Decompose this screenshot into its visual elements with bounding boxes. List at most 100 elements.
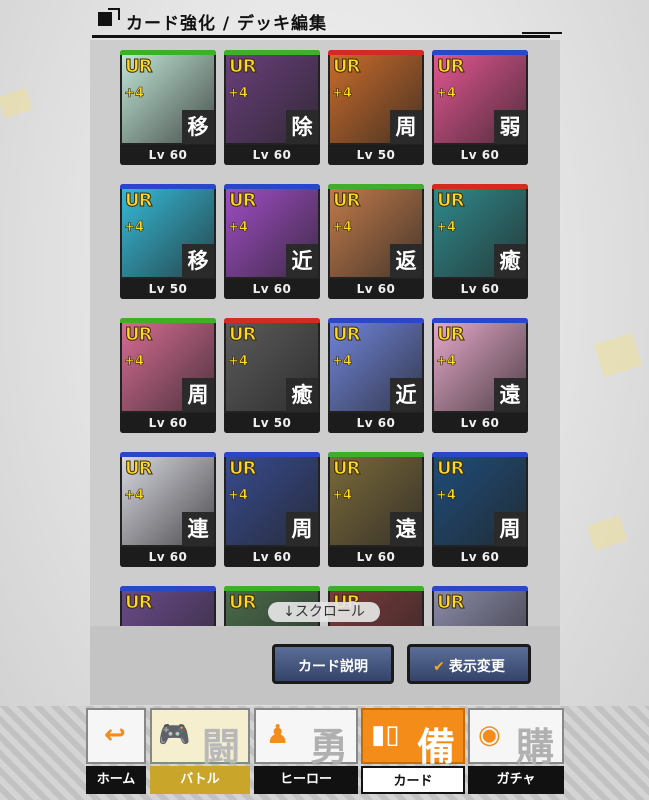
card-role: 連 [182,512,214,546]
card-grid[interactable]: UR +4 移 Lv 60 UR +4 除 Lv 60 UR +4 周 Lv 50 UR +4 弱 Lv 60… [90,40,560,626]
card-plus-value: +4 [228,220,249,236]
card-role: 返 [390,244,422,278]
card-item[interactable]: UR +4 周 Lv 50 [328,50,424,165]
nav-tab-label: カード [361,766,465,794]
card-plus-value: +4 [228,354,249,370]
background-decoration [593,332,643,378]
card-role: 周 [286,512,318,546]
card-item[interactable]: UR +4 近 Lv 60 [328,318,424,433]
card-explain-button[interactable]: カード説明 [272,644,394,684]
card-level: Lv 60 [224,279,320,299]
card-rarity: UR [436,592,465,614]
card-item[interactable]: UR +4 近 Lv 60 [224,184,320,299]
card-level: Lv 50 [328,145,424,165]
card-rarity: UR [332,190,361,212]
hero-figure-icon: ♟ [266,720,290,750]
card-level: Lv 60 [432,547,528,567]
card-role: 癒 [286,378,318,412]
card-rarity: UR [228,190,257,212]
card-role: 近 [390,378,422,412]
nav-tab-label: ガチャ [468,766,564,794]
back-arrow-icon: ↩ [104,720,126,750]
card-rarity: UR [228,324,257,346]
cards-icon: ▮▯ [371,720,400,750]
card-rarity: UR [124,324,153,346]
card-item[interactable]: UR +4 周 Lv 60 [120,318,216,433]
card-rarity: UR [228,56,257,78]
card-role: 除 [286,110,318,144]
card-rarity: UR [332,56,361,78]
capsule-icon: ◉ [478,720,501,750]
nav-tab-label: ホーム [86,766,146,794]
card-item[interactable]: UR +4 癒 Lv 50 [224,318,320,433]
card-item[interactable]: UR [432,586,528,626]
card-role: 移 [182,110,214,144]
nav-tab-kanji: 勇 [310,725,349,769]
card-plus-value: +4 [436,354,457,370]
card-item[interactable]: UR +4 遠 Lv 60 [328,452,424,567]
nav-tab-label: ヒーロー [254,766,358,794]
card-level: Lv 60 [328,547,424,567]
nav-tab-battle[interactable]: 🎮 闘 バトル [150,708,250,798]
nav-tab-gacha[interactable]: ◉ 購 ガチャ [468,708,564,798]
card-rarity: UR [228,458,257,480]
nav-tab-hero[interactable]: ♟ 勇 ヒーロー [254,708,358,798]
card-role: 周 [390,110,422,144]
card-level: Lv 60 [432,413,528,433]
card-level: Lv 50 [224,413,320,433]
nav-tab-home[interactable]: ↩ ホーム [86,708,146,798]
card-plus-value: +4 [332,354,353,370]
card-level: Lv 60 [328,413,424,433]
card-item[interactable]: UR +4 癒 Lv 60 [432,184,528,299]
card-role: 癒 [494,244,526,278]
card-role: 移 [182,244,214,278]
card-item[interactable]: UR +4 除 Lv 60 [224,50,320,165]
card-item[interactable]: UR +4 連 Lv 60 [120,452,216,567]
card-level: Lv 60 [120,547,216,567]
card-rarity: UR [436,190,465,212]
card-role: 周 [182,378,214,412]
card-rarity: UR [124,56,153,78]
nav-tab-kanji: 購 [516,725,555,769]
card-rarity: UR [332,458,361,480]
card-item[interactable]: UR +4 移 Lv 50 [120,184,216,299]
card-item[interactable]: UR +4 移 Lv 60 [120,50,216,165]
card-item[interactable]: UR +4 遠 Lv 60 [432,318,528,433]
gamepad-icon: 🎮 [158,720,191,750]
nav-tab-face: ♟ 勇 [254,708,358,769]
nav-tab-kanji: 備 [417,725,456,769]
display-toggle-button[interactable]: ✔ 表示変更 [407,644,531,684]
card-rarity: UR [436,458,465,480]
card-plus-value: +4 [124,488,145,504]
card-role: 弱 [494,110,526,144]
card-plus-value: +4 [228,86,249,102]
card-plus-value: +4 [332,220,353,236]
scroll-hint: ↓スクロール [268,602,380,622]
card-item[interactable]: UR +4 返 Lv 60 [328,184,424,299]
page-header: カード強化 / デッキ編集 [92,6,562,38]
card-rarity: UR [124,592,153,614]
background-decoration [586,515,628,551]
card-plus-value: +4 [124,86,145,102]
card-level: Lv 60 [432,145,528,165]
card-plus-value: +4 [124,354,145,370]
card-role: 周 [494,512,526,546]
card-rarity: UR [332,324,361,346]
nav-tab-face: 🎮 闘 [150,708,250,769]
card-role: 遠 [494,378,526,412]
card-level: Lv 60 [224,547,320,567]
card-level: Lv 60 [328,279,424,299]
card-item[interactable]: UR +4 弱 Lv 60 [432,50,528,165]
card-role: 近 [286,244,318,278]
card-plus-value: +4 [436,488,457,504]
nav-tab-face: ◉ 購 [468,708,564,769]
background-decoration [0,87,33,119]
nav-tab-label: バトル [150,766,250,794]
nav-tab-card[interactable]: ▮▯ 備 カード [361,708,465,798]
card-item[interactable]: UR +4 周 Lv 60 [432,452,528,567]
card-item[interactable]: UR +4 周 Lv 60 [224,452,320,567]
card-plus-value: +4 [228,488,249,504]
nav-tab-kanji: 闘 [202,725,241,769]
nav-tab-face: ↩ [86,708,146,764]
card-item[interactable]: UR [120,586,216,626]
